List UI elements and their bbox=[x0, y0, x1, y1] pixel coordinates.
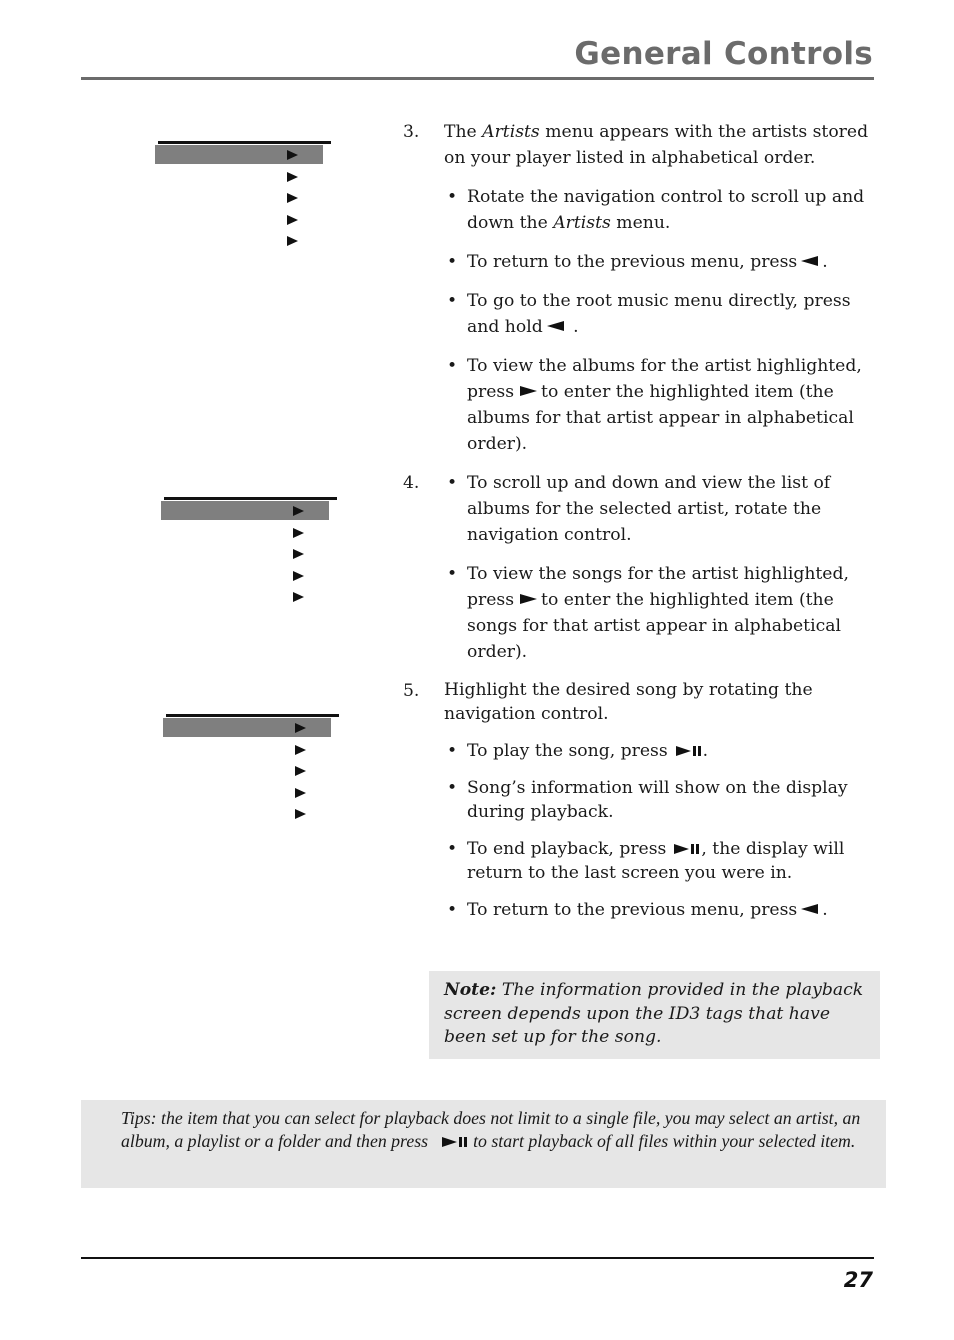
menu-name: Artists bbox=[482, 122, 540, 142]
text: The bbox=[444, 122, 483, 142]
text: . bbox=[822, 900, 828, 920]
songs-menu-illustration bbox=[163, 714, 339, 825]
menu-name: Artists bbox=[553, 213, 611, 233]
right-arrow-icon bbox=[287, 149, 298, 160]
right-arrow-icon bbox=[293, 505, 304, 516]
menu-row bbox=[163, 804, 339, 826]
enter-arrow-icon bbox=[520, 594, 538, 604]
menu-row-highlighted bbox=[163, 718, 331, 737]
bullet-item: Rotate the navigation control to scroll … bbox=[444, 184, 883, 236]
bullet-item: To view the songs for the artist highlig… bbox=[444, 561, 883, 665]
note-label: Note: bbox=[444, 980, 497, 1000]
menu-row bbox=[163, 739, 339, 761]
bullet-item: To view the albums for the artist highli… bbox=[444, 353, 883, 457]
menu-row bbox=[155, 188, 331, 210]
menu-row bbox=[155, 209, 331, 231]
text: . bbox=[702, 741, 709, 761]
menu-row bbox=[161, 522, 337, 544]
text: To return to the previous menu, press bbox=[467, 252, 798, 272]
text: . bbox=[573, 317, 579, 337]
bullet-item: To scroll up and down and view the list … bbox=[444, 470, 883, 548]
play-pause-icon bbox=[675, 746, 701, 756]
right-arrow-icon bbox=[287, 236, 298, 247]
footer-rule bbox=[81, 1257, 874, 1259]
menu-row bbox=[161, 565, 337, 587]
step-number: 3. bbox=[403, 122, 420, 142]
right-arrow-icon bbox=[287, 214, 298, 225]
right-arrow-icon bbox=[295, 787, 306, 798]
text: To return to the previous menu, press bbox=[467, 900, 798, 920]
play-pause-icon bbox=[674, 844, 700, 854]
page-title: General Controls bbox=[574, 36, 873, 72]
menu-row bbox=[155, 231, 331, 253]
back-arrow-icon bbox=[801, 256, 819, 266]
menu-row bbox=[163, 761, 339, 783]
menu-row bbox=[155, 166, 331, 188]
right-arrow-icon bbox=[293, 570, 304, 581]
menu-row-highlighted bbox=[161, 501, 329, 520]
menu-top-rule bbox=[164, 497, 337, 500]
right-arrow-icon bbox=[287, 171, 298, 182]
right-arrow-icon bbox=[293, 527, 304, 538]
page-number: 27 bbox=[843, 1268, 873, 1292]
bullet-item: To end playback, press, the display will… bbox=[444, 837, 883, 885]
right-arrow-icon bbox=[295, 766, 306, 777]
text: menu. bbox=[610, 213, 671, 233]
menu-row bbox=[161, 544, 337, 566]
enter-arrow-icon bbox=[520, 386, 538, 396]
albums-menu-illustration bbox=[161, 497, 337, 608]
right-arrow-icon bbox=[295, 744, 306, 755]
text: To play the song, press bbox=[467, 741, 668, 761]
instruction-steps: 3. The Artists menu appears with the art… bbox=[403, 119, 883, 935]
right-arrow-icon bbox=[287, 193, 298, 204]
text: to start playback of all files within yo… bbox=[473, 1131, 856, 1151]
menu-top-rule bbox=[166, 714, 339, 717]
menu-row bbox=[163, 782, 339, 804]
play-pause-icon bbox=[442, 1137, 468, 1147]
step-5: 5. Highlight the desired song by rotatin… bbox=[403, 678, 883, 922]
step-text: Highlight the desired song by rotating t… bbox=[444, 680, 813, 724]
right-arrow-icon bbox=[293, 592, 304, 603]
menu-row bbox=[161, 587, 337, 609]
note-box: Note: The information provided in the pl… bbox=[429, 971, 880, 1059]
bullet-item: To return to the previous menu, press. bbox=[444, 898, 883, 922]
menu-top-rule bbox=[158, 141, 331, 144]
header-rule bbox=[81, 77, 874, 80]
right-arrow-icon bbox=[295, 809, 306, 820]
bullet-item: To play the song, press. bbox=[444, 739, 883, 763]
bullet-item: To return to the previous menu, press. bbox=[444, 249, 883, 275]
tips-box: Tips: the item that you can select for p… bbox=[81, 1100, 886, 1188]
text: To go to the root music menu directly, p… bbox=[467, 291, 851, 337]
right-arrow-icon bbox=[295, 722, 306, 733]
step-number: 5. bbox=[403, 681, 420, 701]
bullet-item: Song’s information will show on the disp… bbox=[444, 776, 883, 824]
artists-menu-illustration bbox=[155, 141, 331, 252]
note-text: Note: The information provided in the pl… bbox=[444, 979, 864, 1050]
step-3: 3. The Artists menu appears with the art… bbox=[403, 119, 883, 457]
text: . bbox=[822, 252, 828, 272]
step-text: The Artists menu appears with the artist… bbox=[444, 119, 883, 171]
text: The information provided in the playback… bbox=[444, 980, 864, 1047]
text: To end playback, press bbox=[467, 839, 667, 859]
back-arrow-icon bbox=[801, 904, 819, 914]
back-arrow-icon bbox=[546, 321, 564, 331]
bullet-item: To go to the root music menu directly, p… bbox=[444, 288, 883, 340]
step-number: 4. bbox=[403, 473, 420, 493]
step-4: 4. To scroll up and down and view the li… bbox=[403, 470, 883, 665]
menu-row-highlighted bbox=[155, 145, 323, 164]
right-arrow-icon bbox=[293, 549, 304, 560]
tips-text: Tips: the item that you can select for p… bbox=[121, 1107, 861, 1153]
